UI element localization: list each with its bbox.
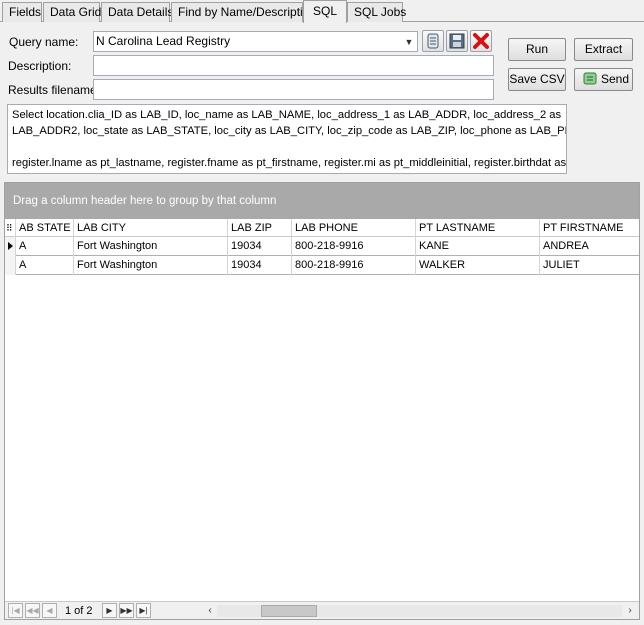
tab-data-grid[interactable]: Data Grid bbox=[43, 2, 101, 22]
column-header[interactable]: PT FIRSTNAME bbox=[540, 219, 639, 237]
query-name-label: Query name: bbox=[9, 35, 79, 49]
table-cell[interactable]: 19034 bbox=[228, 237, 292, 256]
sql-line: register.lname as pt_lastname, register.… bbox=[12, 157, 567, 169]
results-filename-input[interactable] bbox=[93, 79, 494, 100]
delete-query-button[interactable] bbox=[470, 30, 492, 52]
open-query-button[interactable] bbox=[422, 30, 444, 52]
scroll-right-icon[interactable]: › bbox=[623, 604, 637, 618]
database-icon bbox=[427, 33, 439, 49]
scroll-left-icon[interactable]: ‹ bbox=[203, 604, 217, 618]
next-page-icon[interactable]: ▶ bbox=[102, 603, 117, 618]
table-cell[interactable]: WALKER bbox=[416, 256, 540, 275]
table-cell[interactable]: 800-218-9916 bbox=[292, 256, 416, 275]
table-cell[interactable]: A bbox=[16, 256, 74, 275]
description-label: Description: bbox=[8, 59, 72, 73]
tab-sql-jobs[interactable]: SQL Jobs bbox=[347, 2, 406, 22]
tab-fields[interactable]: Fields bbox=[2, 2, 42, 22]
table-cell[interactable]: 19034 bbox=[228, 256, 292, 275]
triangle-right-icon bbox=[8, 242, 13, 250]
tab-sql[interactable]: SQL bbox=[303, 0, 347, 23]
tab-find-by-name[interactable]: Find by Name/Description bbox=[171, 2, 316, 22]
column-chooser-icon[interactable]: ⠿ bbox=[5, 219, 16, 237]
sql-editor[interactable]: Select location.clia_ID as LAB_ID, loc_n… bbox=[7, 104, 567, 174]
column-header[interactable]: PT LASTNAME bbox=[416, 219, 540, 237]
table-cell[interactable]: 800-218-9916 bbox=[292, 237, 416, 256]
query-name-value: N Carolina Lead Registry bbox=[96, 34, 231, 48]
previous-page-icon[interactable]: ◀ bbox=[42, 603, 57, 618]
send-button[interactable]: Send bbox=[574, 68, 633, 91]
last-page-icon[interactable]: ▶| bbox=[136, 603, 151, 618]
tab-data-details[interactable]: Data Details bbox=[101, 2, 173, 22]
sql-line bbox=[12, 139, 562, 155]
table-row[interactable]: A Fort Washington 19034 800-218-9916 WAL… bbox=[5, 256, 639, 275]
table-cell[interactable]: KANE bbox=[416, 237, 540, 256]
save-csv-button[interactable]: Save CSV bbox=[508, 68, 566, 91]
table-row[interactable]: A Fort Washington 19034 800-218-9916 KAN… bbox=[5, 237, 639, 256]
horizontal-scrollbar-track[interactable] bbox=[217, 605, 622, 617]
send-mail-icon bbox=[583, 72, 597, 85]
table-cell[interactable]: Fort Washington bbox=[74, 237, 228, 256]
sql-line: Select location.clia_ID as LAB_ID, loc_n… bbox=[12, 109, 562, 121]
table-cell[interactable]: Fort Washington bbox=[74, 256, 228, 275]
grid-footer: |◀ ◀◀ ◀ 1 of 2 ▶ ▶▶ ▶| ‹ › bbox=[5, 601, 639, 619]
description-input[interactable] bbox=[93, 55, 494, 76]
red-x-delete-icon bbox=[473, 33, 489, 49]
send-button-label: Send bbox=[601, 72, 630, 86]
group-by-panel[interactable]: Drag a column header here to group by th… bbox=[5, 183, 639, 219]
current-row-indicator-icon[interactable] bbox=[5, 237, 16, 256]
data-grid[interactable]: Drag a column header here to group by th… bbox=[4, 182, 640, 620]
chevron-down-icon[interactable]: ▼ bbox=[403, 36, 415, 48]
grid-header-row: ⠿ AB STATE LAB CITY LAB ZIP LAB PHONE PT… bbox=[5, 219, 639, 237]
column-header[interactable]: LAB ZIP bbox=[228, 219, 292, 237]
page-indicator: 1 of 2 bbox=[65, 605, 93, 617]
column-header[interactable]: AB STATE bbox=[16, 219, 74, 237]
row-selector[interactable] bbox=[5, 256, 16, 275]
column-header[interactable]: LAB PHONE bbox=[292, 219, 416, 237]
tab-strip: Fields Data Grid Data Details Find by Na… bbox=[0, 0, 644, 23]
save-query-button[interactable] bbox=[446, 30, 468, 52]
table-cell[interactable]: JULIET bbox=[540, 256, 639, 275]
floppy-disk-icon bbox=[449, 33, 465, 49]
query-name-combo[interactable]: N Carolina Lead Registry ▼ bbox=[93, 31, 418, 52]
extract-button[interactable]: Extract bbox=[574, 38, 633, 61]
previous-page-set-icon[interactable]: ◀◀ bbox=[25, 603, 40, 618]
table-cell[interactable]: A bbox=[16, 237, 74, 256]
next-page-set-icon[interactable]: ▶▶ bbox=[119, 603, 134, 618]
first-page-icon[interactable]: |◀ bbox=[8, 603, 23, 618]
table-cell[interactable]: ANDREA bbox=[540, 237, 639, 256]
horizontal-scrollbar-thumb[interactable] bbox=[261, 605, 317, 617]
results-filename-label: Results filename: bbox=[8, 83, 101, 97]
sql-line: LAB_ADDR2, loc_state as LAB_STATE, loc_c… bbox=[12, 125, 567, 137]
run-button[interactable]: Run bbox=[508, 38, 566, 61]
column-header[interactable]: LAB CITY bbox=[74, 219, 228, 237]
